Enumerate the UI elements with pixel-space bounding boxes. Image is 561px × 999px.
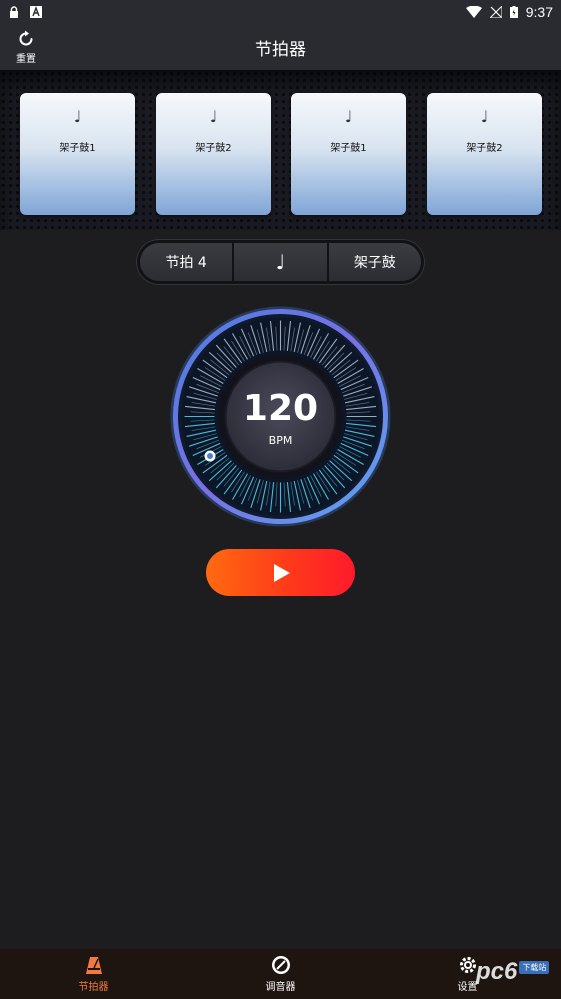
- status-time: 9:37: [525, 4, 553, 20]
- beat-card-2[interactable]: ♩ 架子鼓2: [156, 93, 271, 215]
- beat-note: ♩: [73, 107, 82, 126]
- wifi-icon: [465, 6, 482, 18]
- reset-button[interactable]: 重置: [10, 27, 42, 67]
- nav-item-tuner[interactable]: 调音器: [187, 949, 374, 999]
- play-button[interactable]: [206, 549, 355, 596]
- watermark-logo: pc6: [476, 958, 518, 985]
- beat-drum-label: 架子鼓2: [195, 143, 232, 154]
- bpm-value: 120: [242, 388, 319, 429]
- lock-icon: [10, 6, 18, 18]
- watermark-tag: 下载站: [519, 960, 550, 974]
- beat-card-1[interactable]: ♩ 架子鼓1: [20, 93, 135, 215]
- beat-pattern-area: ♩ 架子鼓1 ♩ 架子鼓2 ♩ 架子鼓1 ♩ 架子鼓2: [0, 70, 561, 230]
- beat-note: ♩: [480, 107, 489, 126]
- app-header: 重置 节拍器: [0, 24, 561, 70]
- beat-note: ♩: [344, 107, 353, 126]
- app-a-icon: [30, 6, 42, 18]
- no-signal-icon: [489, 6, 502, 18]
- gear-icon: [459, 957, 476, 973]
- nav-label-metronome: 节拍器: [78, 982, 109, 993]
- settings-selector: 节拍 4 ♩ 架子鼓: [136, 239, 425, 285]
- reset-label: 重置: [16, 54, 36, 65]
- beat-drum-label: 架子鼓2: [466, 143, 503, 154]
- battery-icon: [509, 6, 518, 18]
- tuner-icon: [271, 956, 290, 974]
- nav-item-metronome[interactable]: 节拍器: [0, 949, 187, 999]
- beat-drum-label: 架子鼓1: [59, 143, 96, 154]
- beat-card-4[interactable]: ♩ 架子鼓2: [427, 93, 542, 215]
- beat-note: ♩: [209, 107, 218, 126]
- bpm-unit: BPM: [268, 434, 293, 447]
- page-title: 节拍器: [255, 39, 306, 60]
- watermark: pc6 下载站: [476, 958, 550, 986]
- nav-label-tuner: 调音器: [265, 982, 296, 993]
- reset-icon: [19, 30, 33, 46]
- sound-selector[interactable]: 架子鼓: [328, 243, 421, 281]
- note-selector[interactable]: ♩: [234, 243, 327, 281]
- beat-card-3[interactable]: ♩ 架子鼓1: [291, 93, 406, 215]
- beats-selector[interactable]: 节拍 4: [140, 243, 233, 281]
- beat-drum-label: 架子鼓1: [330, 143, 367, 154]
- metronome-icon: [85, 957, 102, 974]
- status-bar: 9:37: [0, 0, 561, 24]
- tempo-dial[interactable]: 120 BPM: [170, 306, 391, 527]
- nav-label-settings: 设置: [457, 982, 478, 993]
- play-icon: [273, 563, 290, 582]
